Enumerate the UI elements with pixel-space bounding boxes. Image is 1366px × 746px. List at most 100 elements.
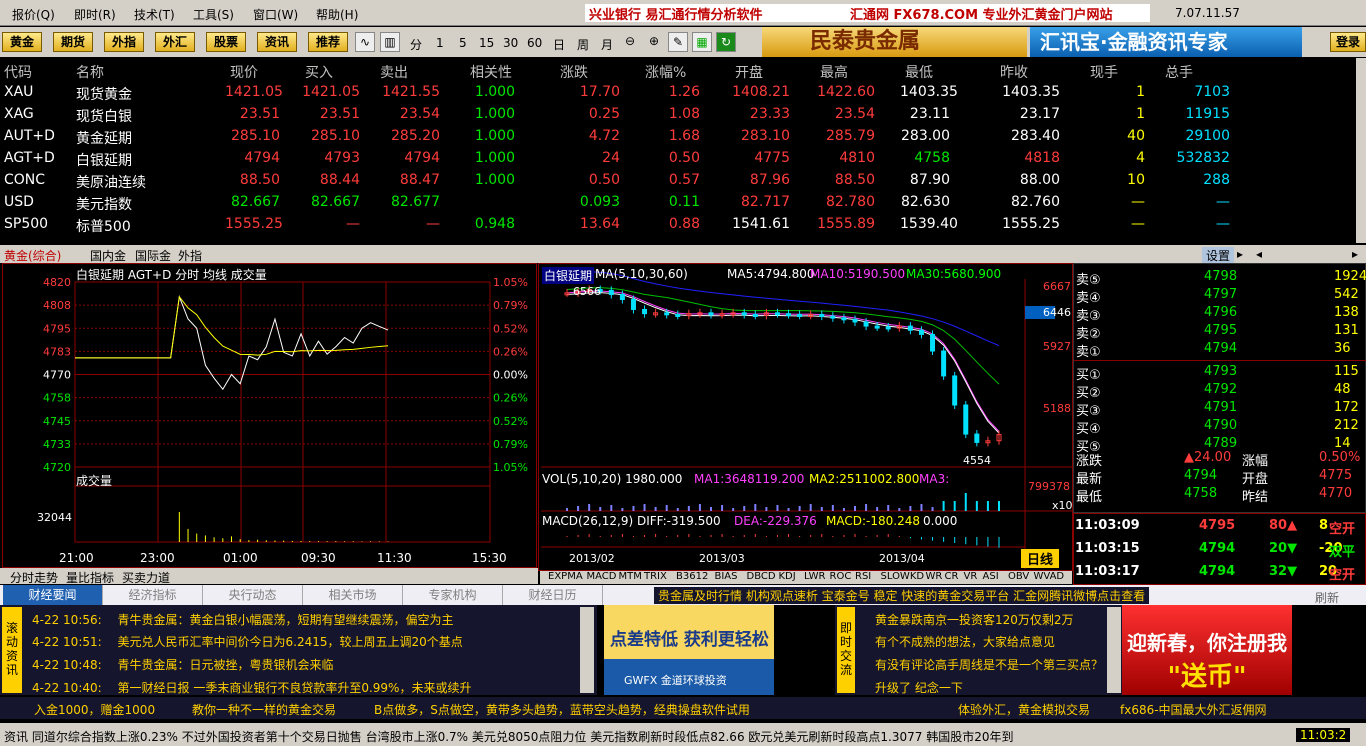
indicator-tab[interactable]: OBV <box>1008 571 1029 582</box>
line-chart-icon[interactable]: ∿ <box>355 32 375 52</box>
menu-realtime[interactable]: 即时(R) <box>74 6 116 23</box>
quote-row[interactable]: USD 美元指数 82.667 82.667 82.677 0.093 0.11 82.717… <box>0 192 1356 214</box>
ad-link[interactable]: 入金1000，赠金1000 <box>34 701 155 718</box>
indicator-tab[interactable]: MACD <box>587 571 617 582</box>
ad-link[interactable]: fx686-中国最大外汇返佣网 <box>1120 701 1267 718</box>
arrow-right-icon[interactable]: ▸ <box>1237 247 1243 261</box>
intraday-chart[interactable]: 4820 1.05% 4808 0.79% 4795 0.52% 4783 0.26% 4770… <box>3 264 538 569</box>
buy-level[interactable]: 买④ 4790 212 <box>1074 417 1366 437</box>
btn-gold[interactable]: 黄金 <box>2 32 42 52</box>
day-line-button[interactable]: 日线 <box>1021 549 1060 568</box>
menu-window[interactable]: 窗口(W) <box>253 6 298 23</box>
ad-link[interactable]: B点做多，S点做空，黄带多头趋势，蓝带空头趋势，经典操盘软件试用 <box>374 701 750 718</box>
zoom-in-icon[interactable]: ⊕ <box>644 32 664 52</box>
period-30m[interactable]: 30 <box>503 36 518 50</box>
chat-item[interactable]: 升级了 纪念一下 <box>875 679 963 696</box>
btn-foreign-index[interactable]: 外指 <box>104 32 144 52</box>
tab-buy-sell-power[interactable]: 买卖力道 <box>122 569 170 586</box>
tab-intl-gold[interactable]: 国际金 <box>135 247 171 264</box>
sell-level[interactable]: 卖④ 4797 542 <box>1074 286 1366 306</box>
chat-item[interactable]: 黄金暴跌南京一投资客120万仅剩2万 <box>875 611 1074 628</box>
btn-stocks[interactable]: 股票 <box>206 32 246 52</box>
tick-row[interactable]: 11:03:17 4794 32▼ 20 空开 <box>1074 562 1366 583</box>
indicator-tab[interactable]: TRIX <box>644 571 667 582</box>
indicator-tab[interactable]: B3612 <box>676 571 708 582</box>
period-day[interactable]: 日 <box>553 36 565 53</box>
quote-col-header[interactable]: 涨跌 <box>560 62 588 82</box>
tab-foreign-index[interactable]: 外指 <box>178 247 202 264</box>
btn-futures[interactable]: 期货 <box>53 32 93 52</box>
news-scrollbar[interactable] <box>580 607 594 693</box>
indicator-tab[interactable]: DBCD <box>747 571 776 582</box>
banner-mintai[interactable]: 民泰贵金属 <box>762 27 1027 57</box>
quote-col-header[interactable]: 总手 <box>1165 62 1193 82</box>
menu-technical[interactable]: 技术(T) <box>134 6 175 23</box>
news-item[interactable]: 4-22 10:40: 第一财经日报 一季末商业银行不良贷款率升至0.99%，未… <box>32 679 471 696</box>
news-item[interactable]: 4-22 10:56: 青牛贵金属：黄金白银小幅震荡，短期有望继续震荡，偏空为主 <box>32 611 454 628</box>
quote-col-header[interactable]: 相关性 <box>470 62 512 82</box>
quote-col-header[interactable]: 昨收 <box>1000 62 1028 82</box>
quote-row[interactable]: XAU 现货黄金 1421.05 1421.05 1421.55 1.000 17.70 1.… <box>0 82 1356 104</box>
indicator-tab[interactable]: ROC <box>830 571 852 582</box>
sell-level[interactable]: 卖② 4795 131 <box>1074 322 1366 342</box>
quote-row[interactable]: XAG 现货白银 23.51 23.51 23.54 1.000 0.25 1.08 23.33… <box>0 104 1356 126</box>
tab-econ-indicators[interactable]: 经济指标 <box>103 585 203 605</box>
indicator-tab[interactable]: WVAD <box>1034 571 1065 582</box>
quote-row[interactable]: CONC 美原油连续 88.50 88.44 88.47 1.000 0.50 0.57 87.… <box>0 170 1356 192</box>
indicator-tab[interactable]: ASI <box>983 571 999 582</box>
arrow-right-icon-2[interactable]: ▸ <box>1352 247 1358 261</box>
tab-expert-inst[interactable]: 专家机构 <box>403 585 503 605</box>
tab-domestic-gold[interactable]: 国内金 <box>90 247 126 264</box>
bar-chart-icon[interactable]: ▥ <box>380 32 400 52</box>
quote-col-header[interactable]: 最低 <box>905 62 933 82</box>
ad-link[interactable]: 体验外汇，黄金模拟交易 <box>958 701 1090 718</box>
buy-level[interactable]: 买① 4793 115 <box>1074 363 1366 383</box>
quote-row[interactable]: SP500 标普500 1555.25 — — 0.948 13.64 0.88 1541.61… <box>0 214 1356 236</box>
indicator-tab[interactable]: MTM <box>619 571 642 582</box>
tick-row[interactable]: 11:03:09 4795 80▲ 8 空开 <box>1074 516 1366 537</box>
quote-row[interactable]: AGT+D 白银延期 4794 4793 4794 1.000 24 0.50 4775 4810… <box>0 148 1356 170</box>
zoom-out-icon[interactable]: ⊖ <box>620 32 640 52</box>
tab-central-bank[interactable]: 央行动态 <box>203 585 303 605</box>
quote-col-header[interactable]: 开盘 <box>735 62 763 82</box>
indicator-tab[interactable]: CR <box>945 571 959 582</box>
chat-item[interactable]: 有个不成熟的想法，大家给点意见 <box>875 633 1055 650</box>
grid-icon[interactable]: ▦ <box>692 32 712 52</box>
tab-related-markets[interactable]: 相关市场 <box>303 585 403 605</box>
ad-gwfx[interactable]: 点差特低 获利更轻松 GWFX 金道环球投资 <box>604 605 774 695</box>
period-5m[interactable]: 5 <box>459 36 467 50</box>
chat-scrollbar[interactable] <box>1107 607 1121 693</box>
btn-recommend[interactable]: 推荐 <box>308 32 348 52</box>
vertical-scrollbar[interactable] <box>1356 58 1366 243</box>
quote-row[interactable]: AUT+D 黄金延期 285.10 285.10 285.20 1.000 4.72 1.68… <box>0 126 1356 148</box>
menu-tools[interactable]: 工具(S) <box>193 6 234 23</box>
menu-quote[interactable]: 报价(Q) <box>12 6 55 23</box>
quote-col-header[interactable]: 买入 <box>305 62 333 82</box>
indicator-tab[interactable]: KDJ <box>779 571 796 582</box>
quote-col-header[interactable]: 代码 <box>4 62 32 82</box>
quote-col-header[interactable]: 名称 <box>76 62 104 82</box>
sell-level[interactable]: 卖① 4794 36 <box>1074 340 1366 360</box>
indicator-tab[interactable]: LWR <box>804 571 826 582</box>
sell-level[interactable]: 卖③ 4796 138 <box>1074 304 1366 324</box>
ad-register[interactable]: 迎新春，你注册我 "送币" <box>1122 605 1292 695</box>
quote-col-header[interactable]: 最高 <box>820 62 848 82</box>
indicator-tab[interactable]: WR <box>926 571 943 582</box>
btn-news[interactable]: 资讯 <box>257 32 297 52</box>
banner-huixunbao[interactable]: 汇讯宝·金融资讯专家 <box>1030 27 1302 57</box>
period-week[interactable]: 周 <box>577 36 589 53</box>
indicator-tab[interactable]: VR <box>964 571 978 582</box>
tab-volume-ratio[interactable]: 量比指标 <box>66 569 114 586</box>
indicator-tab[interactable]: BIAS <box>715 571 738 582</box>
news-item[interactable]: 4-22 10:51: 美元兑人民币汇率中间价今日为6.2415，较上周五上调2… <box>32 633 463 650</box>
period-month[interactable]: 月 <box>601 36 613 53</box>
tab-finance-calendar[interactable]: 财经日历 <box>503 585 603 605</box>
refresh-icon[interactable]: ↻ <box>716 32 736 52</box>
tab-intraday[interactable]: 分时走势 <box>10 569 58 586</box>
arrow-left-icon[interactable]: ◂ <box>1256 247 1262 261</box>
menu-help[interactable]: 帮助(H) <box>316 6 358 23</box>
quote-col-header[interactable]: 现手 <box>1090 62 1118 82</box>
login-button[interactable]: 登录 <box>1330 32 1366 52</box>
quote-col-header[interactable]: 涨幅% <box>645 62 686 82</box>
sell-level[interactable]: 卖⑤ 4798 1924 <box>1074 268 1366 288</box>
